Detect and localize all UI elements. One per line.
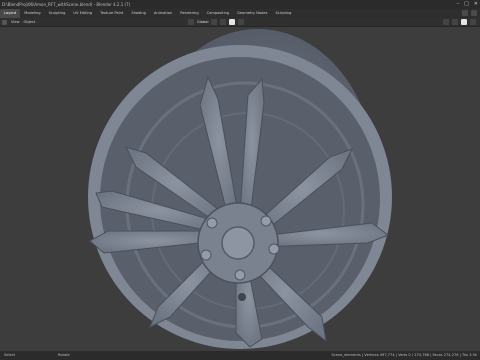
- wheel-render: [88, 29, 392, 349]
- tab-geometry-nodes[interactable]: Geometry Nodes: [233, 9, 271, 18]
- transform-controls: Global: [188, 19, 245, 25]
- shading-controls: [443, 19, 476, 25]
- view-layer-icon[interactable]: [471, 10, 477, 16]
- tab-layout[interactable]: Layout: [0, 9, 21, 18]
- tab-modeling[interactable]: Modeling: [20, 9, 44, 18]
- editor-type-icon[interactable]: [2, 19, 7, 25]
- valve-hole: [238, 293, 246, 301]
- minimize-icon[interactable]: –: [457, 0, 460, 9]
- material-shading-icon[interactable]: [470, 19, 476, 25]
- tab-scripting[interactable]: Scripting: [271, 9, 295, 18]
- scene-selector: [462, 10, 477, 16]
- pivot-icon[interactable]: [211, 19, 218, 25]
- viewport-header: View Object Global: [0, 18, 480, 27]
- transform-orientation-select[interactable]: Global: [197, 20, 208, 24]
- status-hint-select: Select: [4, 353, 16, 357]
- maximize-icon[interactable]: □: [464, 0, 469, 9]
- xray-icon[interactable]: [452, 19, 458, 25]
- tab-sculpting[interactable]: Sculpting: [45, 9, 70, 18]
- 3d-viewport[interactable]: [0, 27, 480, 351]
- object-menu[interactable]: Object: [24, 18, 36, 26]
- proportional-edit-icon[interactable]: [238, 19, 245, 25]
- scene-icon[interactable]: [462, 10, 468, 16]
- tab-rendering[interactable]: Rendering: [176, 9, 202, 18]
- snap-icon[interactable]: [220, 19, 227, 25]
- solid-shading-icon[interactable]: [461, 19, 467, 25]
- tab-uv-editing[interactable]: UV Editing: [69, 9, 96, 18]
- status-hint-rotate: Rotate: [58, 353, 70, 357]
- window-title: D:\BlendProj\06\Amon_RF7_withScene.blend…: [2, 2, 131, 7]
- view-menu[interactable]: View: [11, 18, 20, 26]
- tab-animation[interactable]: Animation: [150, 9, 176, 18]
- window-titlebar: D:\BlendProj\06\Amon_RF7_withScene.blend…: [0, 0, 480, 9]
- overlay-icon[interactable]: [443, 19, 449, 25]
- status-bar: Select Rotate Scene_elements | Vertices …: [0, 351, 480, 360]
- snap-toggle[interactable]: [229, 19, 236, 25]
- orientation-icon[interactable]: [188, 19, 194, 25]
- tab-compositing[interactable]: Compositing: [203, 9, 234, 18]
- workspace-tab-bar: Layout Modeling Sculpting UV Editing Tex…: [0, 9, 480, 18]
- window-controls: – □ ✕: [457, 0, 478, 9]
- center-cap: [221, 226, 255, 260]
- close-icon[interactable]: ✕: [474, 0, 478, 9]
- scene-statistics: Scene_elements | Vertices 497,774 | Vert…: [331, 353, 477, 357]
- tab-shading[interactable]: Shading: [127, 9, 150, 18]
- tab-texture-paint[interactable]: Texture Paint: [96, 9, 127, 18]
